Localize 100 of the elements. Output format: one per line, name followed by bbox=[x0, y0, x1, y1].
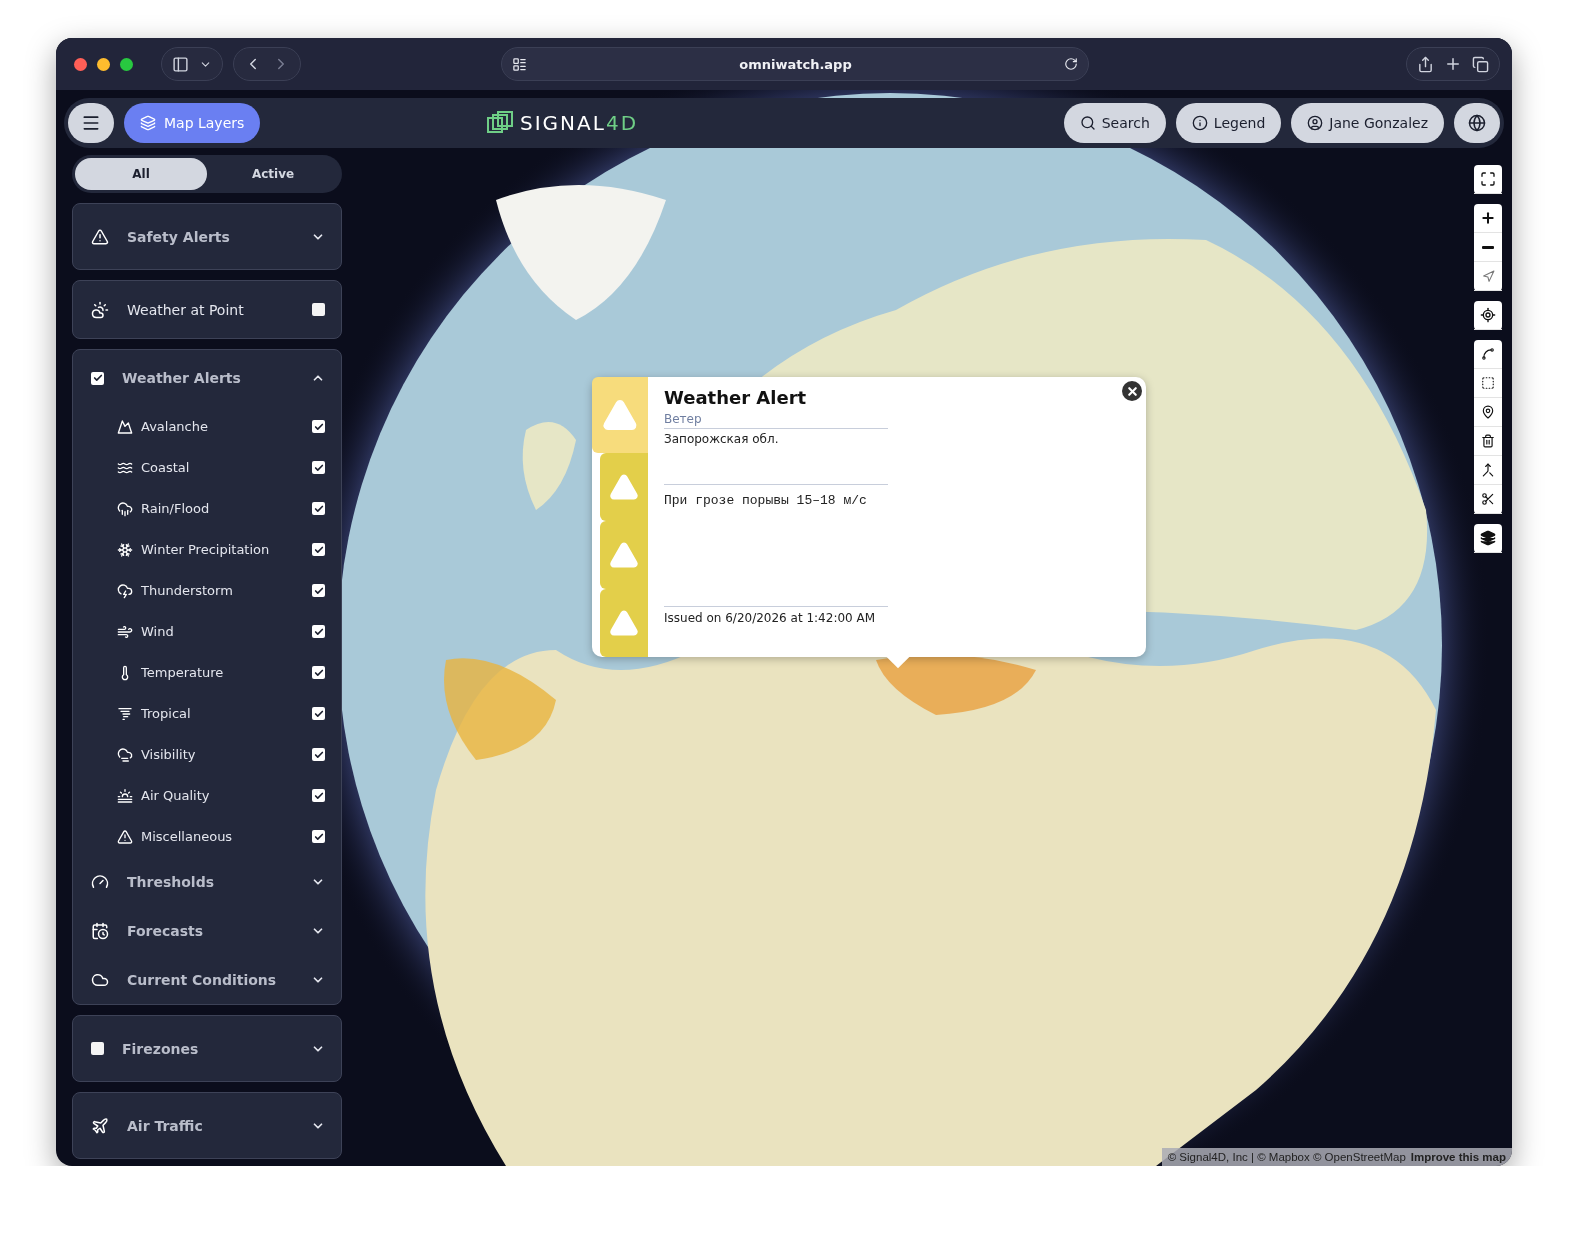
checkbox[interactable] bbox=[312, 543, 325, 556]
checkbox[interactable] bbox=[312, 789, 325, 802]
filter-tab[interactable]: Active bbox=[207, 158, 339, 190]
page-icon bbox=[512, 56, 527, 72]
checkbox[interactable] bbox=[312, 625, 325, 638]
layer-label[interactable]: Rain/Flood bbox=[141, 501, 304, 516]
map-layers-button[interactable]: Map Layers bbox=[124, 103, 261, 143]
layer-label[interactable]: Miscellaneous bbox=[141, 829, 304, 844]
layer-label[interactable]: Temperature bbox=[141, 665, 304, 680]
checkbox[interactable] bbox=[312, 461, 325, 474]
plane-icon bbox=[91, 1116, 109, 1135]
close-window-icon[interactable] bbox=[74, 57, 87, 71]
filter-tab[interactable]: All bbox=[75, 158, 207, 190]
sidebar-icon bbox=[172, 55, 189, 73]
checkbox[interactable] bbox=[312, 420, 325, 433]
layers-icon bbox=[1480, 530, 1496, 546]
rain-cloud-icon bbox=[117, 500, 133, 517]
maximize-window-icon[interactable] bbox=[120, 57, 133, 71]
address-field[interactable]: omniwatch.app bbox=[501, 47, 1089, 81]
panel-title[interactable]: Safety Alerts bbox=[127, 228, 293, 245]
globe-icon bbox=[1468, 114, 1486, 132]
share-icon bbox=[1417, 55, 1434, 73]
section-title[interactable]: Thresholds bbox=[127, 873, 293, 890]
reload-icon[interactable] bbox=[1064, 57, 1078, 71]
panel-title[interactable]: Air Traffic bbox=[127, 1117, 293, 1134]
wind-icon bbox=[117, 623, 133, 640]
section-title[interactable]: Current Conditions bbox=[127, 971, 293, 988]
layer-label[interactable]: Tropical bbox=[141, 706, 304, 721]
checkbox[interactable] bbox=[312, 584, 325, 597]
checkbox[interactable] bbox=[312, 303, 325, 316]
tornado-icon bbox=[117, 705, 133, 722]
snowflake-icon bbox=[117, 541, 133, 558]
gauge-icon bbox=[91, 872, 109, 891]
compass-icon bbox=[1481, 269, 1495, 283]
layer-label[interactable]: Thunderstorm bbox=[141, 583, 304, 598]
search-icon bbox=[1079, 115, 1096, 131]
alert-type: Ветер bbox=[664, 412, 888, 429]
plus-icon bbox=[1444, 55, 1462, 73]
checkbox[interactable] bbox=[312, 748, 325, 761]
attribution-text: © Signal4D, Inc | © Mapbox © OpenStreetMap bbox=[1167, 1151, 1406, 1163]
mountain-icon bbox=[117, 418, 133, 435]
checkbox[interactable] bbox=[312, 707, 325, 720]
brand-logo: SIGNAL4D bbox=[520, 111, 639, 135]
user-button[interactable]: Jane Gonzalez bbox=[1291, 103, 1444, 143]
info-button[interactable]: Legend bbox=[1175, 103, 1282, 143]
minus-icon bbox=[1482, 245, 1494, 249]
checkbox[interactable] bbox=[91, 1042, 104, 1055]
tabs-icon bbox=[1472, 55, 1489, 73]
layer-label[interactable]: Wind bbox=[141, 624, 304, 639]
layer-label[interactable]: Winter Precipitation bbox=[141, 542, 304, 557]
calendar-clock-icon bbox=[91, 921, 109, 940]
sun-cloud-icon bbox=[91, 300, 109, 319]
layer-label[interactable]: Air Quality bbox=[141, 788, 304, 803]
panel-title[interactable]: Weather Alerts bbox=[122, 370, 293, 386]
info-icon bbox=[1191, 115, 1208, 131]
plus-icon bbox=[1480, 210, 1496, 226]
close-icon bbox=[1125, 384, 1139, 398]
layer-label[interactable]: Coastal bbox=[141, 460, 304, 475]
issued-date: Issued on 6/20/2026 at 1:42:00 AM bbox=[664, 606, 888, 625]
browser-actions-button[interactable] bbox=[1406, 47, 1500, 81]
panel-title[interactable]: Weather at Point bbox=[127, 301, 294, 318]
warning-icon bbox=[609, 540, 639, 570]
popup-title: Weather Alert bbox=[664, 387, 808, 408]
search-button[interactable]: Search bbox=[1063, 103, 1166, 143]
locate-icon bbox=[1480, 307, 1496, 323]
layers-icon bbox=[140, 115, 156, 131]
fullscreen-icon bbox=[1480, 171, 1496, 187]
warning-icon bbox=[91, 227, 109, 246]
lightning-cloud-icon bbox=[117, 582, 133, 599]
polygon-icon bbox=[1481, 376, 1495, 390]
alert-description: При грозе порывы 15–18 м/с bbox=[664, 484, 888, 606]
trash-icon bbox=[1481, 434, 1495, 448]
haze-icon bbox=[117, 787, 133, 804]
fog-cloud-icon bbox=[117, 746, 133, 763]
merge-icon bbox=[1481, 463, 1495, 477]
user-icon bbox=[1307, 115, 1324, 131]
alert-area: Запорожская обл. bbox=[664, 432, 888, 484]
checkbox[interactable] bbox=[312, 666, 325, 679]
sidebar-toggle-button[interactable] bbox=[161, 47, 223, 81]
pin-icon bbox=[1481, 405, 1495, 419]
checkbox[interactable] bbox=[312, 502, 325, 515]
improve-map-link[interactable]: Improve this map bbox=[1410, 1151, 1506, 1163]
warning-icon bbox=[602, 397, 638, 433]
layer-label[interactable]: Avalanche bbox=[141, 419, 304, 434]
scissors-icon bbox=[1481, 492, 1495, 506]
menu-button[interactable] bbox=[68, 103, 114, 143]
checkbox[interactable] bbox=[312, 830, 325, 843]
logo-icon bbox=[486, 110, 514, 136]
close-button[interactable] bbox=[1122, 381, 1142, 401]
panel-title[interactable]: Firezones bbox=[122, 1040, 293, 1057]
warning-icon bbox=[609, 608, 639, 638]
layer-label[interactable]: Visibility bbox=[141, 747, 304, 762]
section-title[interactable]: Forecasts bbox=[127, 922, 293, 939]
warning-icon bbox=[117, 828, 133, 845]
language-button[interactable] bbox=[1454, 103, 1500, 143]
minimize-window-icon[interactable] bbox=[97, 57, 110, 71]
checkbox[interactable] bbox=[91, 371, 104, 385]
menu-icon bbox=[81, 113, 101, 133]
line-icon bbox=[1481, 347, 1495, 361]
warning-icon bbox=[609, 472, 639, 502]
